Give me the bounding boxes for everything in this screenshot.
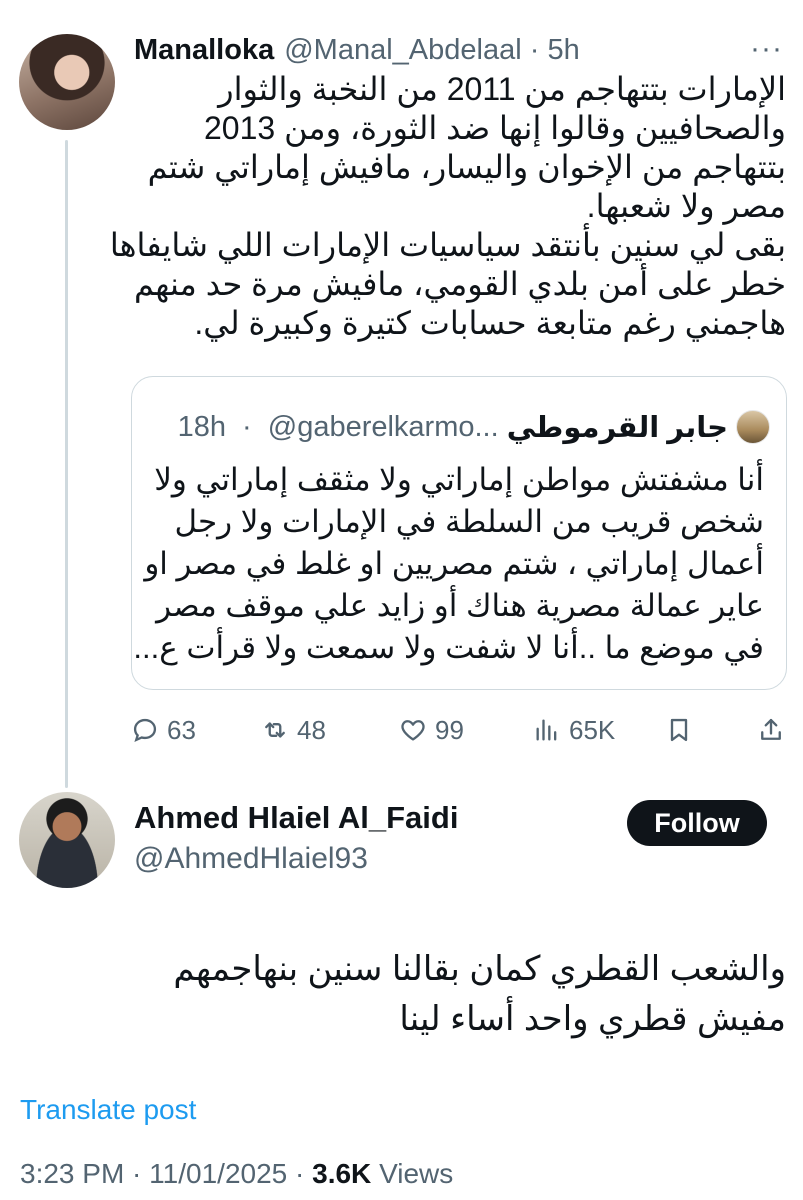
repost-icon: [265, 722, 285, 738]
quoted-author-name: جابر القرموطي: [506, 411, 728, 444]
post-date[interactable]: 11/01/2025: [149, 1158, 287, 1189]
quoted-line: في موضع ما ..أنا لا شفت ولا سمعت ولا قرأ…: [133, 630, 764, 665]
like-button[interactable]: 99: [399, 710, 464, 750]
author-name[interactable]: Manalloka: [134, 34, 274, 67]
avatar[interactable]: [19, 792, 115, 888]
separator: ·: [287, 1158, 313, 1189]
more-options-icon[interactable]: ···: [750, 34, 783, 64]
avatar[interactable]: [19, 34, 115, 130]
tweet-line: مفيش قطري واحد أساء لينا: [399, 1000, 786, 1038]
tweet-line: بقى لي سنين بأنتقد سياسيات الإمارات اللي…: [109, 227, 786, 263]
views-label: Views: [379, 1158, 454, 1189]
tweet-line: الإمارات بتتهاجم من 2011 من النخبة والثو…: [218, 71, 786, 107]
post-timestamp: 3:23 PM · 11/01/2025 · 3.6K Views: [20, 1158, 453, 1190]
like-count: 99: [435, 714, 464, 745]
reply-icon: [133, 718, 157, 743]
quoted-tweet-header: 18h · @gaberelkarmo... جابر القرموطي: [160, 407, 770, 447]
post-time[interactable]: 3:23 PM: [20, 1158, 124, 1189]
tweet-header: Manalloka @Manal_Abdelaal · 5h: [134, 30, 724, 70]
repost-count: 48: [297, 714, 326, 745]
quoted-author-handle: @gaberelkarmo...: [267, 410, 499, 443]
views-count: 65K: [569, 714, 616, 745]
bookmark-button[interactable]: [665, 710, 693, 750]
follow-button[interactable]: Follow: [627, 800, 767, 846]
separator: ·: [233, 410, 260, 443]
reply-button[interactable]: 63: [131, 710, 196, 750]
views-button[interactable]: 65K: [533, 710, 615, 750]
tweet-line: والصحافيين وقالوا إنها ضد الثورة، ومن 20…: [203, 110, 786, 146]
author-name[interactable]: Ahmed Hlaiel Al_Faidi: [134, 800, 458, 836]
quoted-tweet-text: أنا مشفتش مواطن إماراتي ولا مثقف إماراتي…: [133, 459, 765, 669]
tweet-line: خطر على أمن بلدي القومي، مافيش مرة حد من…: [133, 266, 786, 302]
quoted-post-time: 18h: [177, 410, 226, 443]
separator: ·: [521, 33, 548, 66]
bookmark-icon: [670, 718, 688, 742]
action-bar: 63 48 99 65K: [131, 710, 791, 750]
views-count[interactable]: 3.6K: [312, 1158, 371, 1189]
separator: ·: [124, 1158, 150, 1189]
author-handle[interactable]: @Manal_Abdelaal: [284, 34, 521, 67]
quoted-line: عاير عمالة مصرية هناك أو زايد علي موقف م…: [156, 588, 764, 623]
heart-icon: [401, 720, 425, 741]
tweet-text: والشعب القطري كمان بقالنا سنين بنهاجمهم …: [100, 944, 786, 1044]
thread-connector-line: [65, 140, 68, 788]
translate-post-link[interactable]: Translate post: [20, 1094, 196, 1126]
tweet-line: هاجمني رغم متابعة حسابات كتيرة وكبيرة لي…: [194, 305, 786, 341]
share-icon: [761, 718, 781, 740]
quoted-line: أعمال إماراتي ، شتم مصريين او غلط في مصر…: [144, 546, 764, 581]
analytics-icon: [536, 719, 557, 741]
share-button[interactable]: [757, 710, 785, 750]
tweet-line: والشعب القطري كمان بقالنا سنين بنهاجمهم: [173, 950, 786, 988]
repost-button[interactable]: 48: [261, 710, 326, 750]
author-handle[interactable]: @AhmedHlaiel93: [134, 842, 368, 876]
quoted-line: شخص قريب من السلطة في الإمارات ولا رجل: [174, 504, 765, 539]
quoted-avatar: [736, 410, 770, 444]
post-time[interactable]: 5h: [547, 34, 579, 67]
tweet-line: بتتهاجم من الإخوان واليسار، مافيش إمارات…: [147, 149, 786, 185]
tweet-text: الإمارات بتتهاجم من 2011 من النخبة والثو…: [109, 70, 786, 343]
tweet-line: مصر ولا شعبها.: [586, 188, 786, 224]
quoted-tweet-card[interactable]: 18h · @gaberelkarmo... جابر القرموطي أنا…: [131, 376, 787, 690]
quoted-line: أنا مشفتش مواطن إماراتي ولا مثقف إماراتي…: [154, 462, 764, 497]
reply-count: 63: [167, 714, 196, 745]
